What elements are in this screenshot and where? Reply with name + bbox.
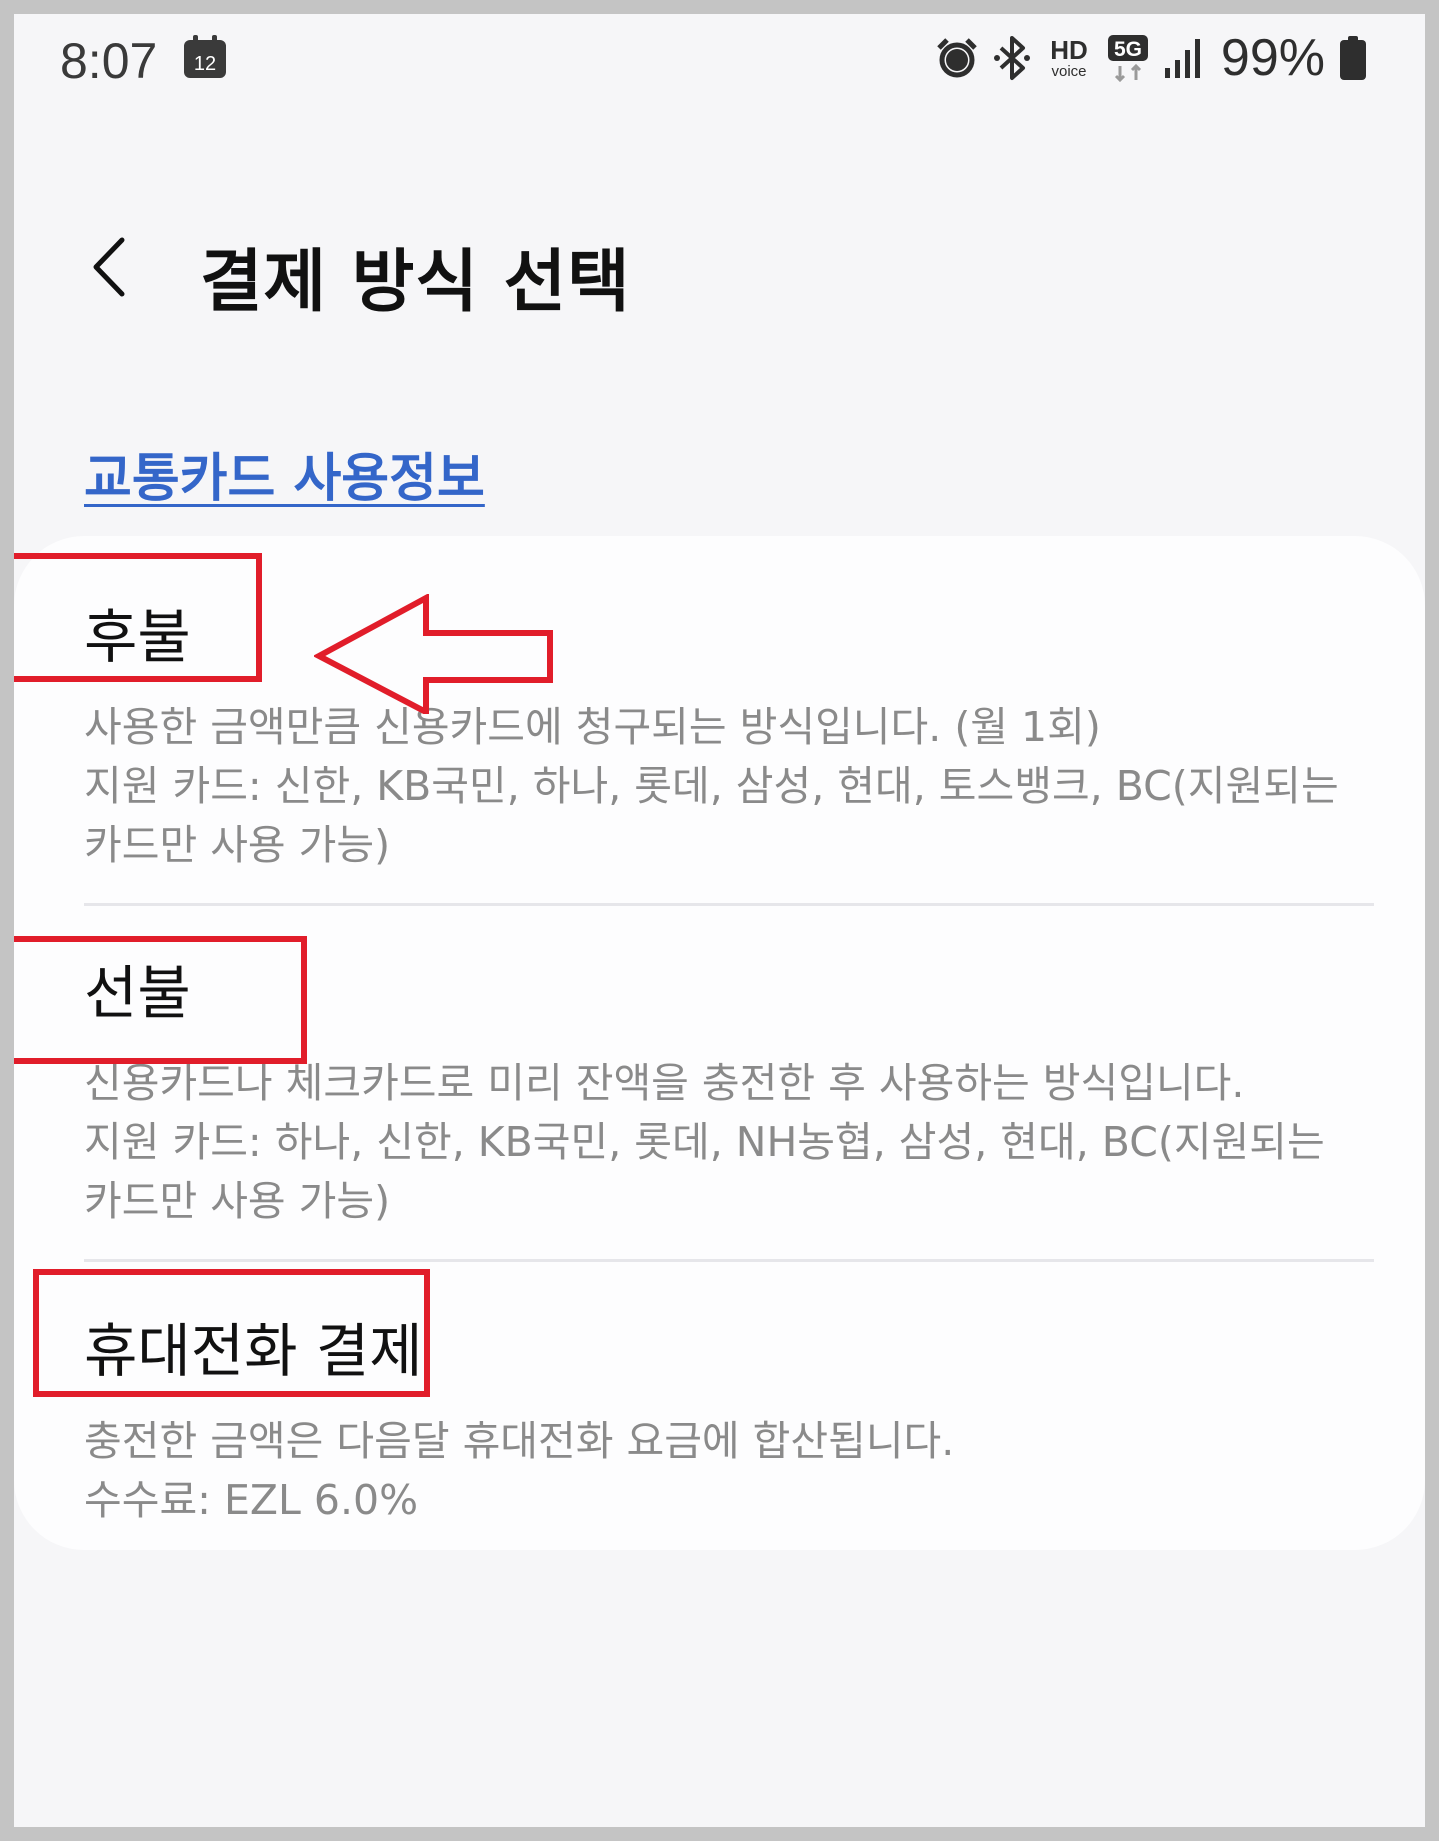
- option-description: 충전한 금액은 다음달 휴대전화 요금에 합산됩니다. 수수료: EZL 6.0…: [84, 1417, 955, 1524]
- annotation-arrow-icon: [314, 594, 553, 714]
- transit-card-info-link[interactable]: 교통카드 사용정보: [84, 436, 485, 511]
- annotation-box-prepaid: [14, 936, 307, 1064]
- battery-icon: [1340, 36, 1366, 80]
- annotation-box-postpaid: [14, 553, 262, 682]
- screen: 8:07 12 HD voice 5G 99% 결제 방식 선택 교통카드 사용…: [14, 14, 1425, 1827]
- back-arrow-icon: [93, 237, 125, 297]
- page-title: 결제 방식 선택: [200, 243, 631, 322]
- 5g-icon: 5G: [1107, 35, 1148, 82]
- network-label: 5G: [1114, 38, 1142, 61]
- battery-percent: 99%: [1220, 29, 1325, 87]
- voice-label: voice: [1051, 63, 1086, 80]
- option-title: 후불: [84, 603, 191, 671]
- status-time: 8:07: [60, 33, 158, 89]
- annotation-box-mobile: [33, 1269, 430, 1397]
- bluetooth-icon: [993, 36, 1030, 80]
- divider: [84, 1259, 1374, 1262]
- hd-voice-icon: HD voice: [1050, 35, 1088, 80]
- option-postpaid[interactable]: 후불 사용한 금액만큼 신용카드에 청구되는 방식입니다. (월 1회) 지원 …: [84, 608, 1374, 875]
- option-description: 사용한 금액만큼 신용카드에 청구되는 방식입니다. (월 1회) 지원 카드:…: [84, 703, 1339, 869]
- divider: [84, 903, 1374, 906]
- calendar-icon: 12: [184, 35, 226, 78]
- option-description: 신용카드나 체크카드로 미리 잔액을 충전한 후 사용하는 방식입니다. 지원 …: [84, 1059, 1325, 1225]
- alarm-icon: [937, 38, 977, 78]
- back-button[interactable]: [78, 222, 148, 312]
- signal-icon: [1164, 39, 1200, 78]
- status-icons: HD voice 5G 99%: [935, 28, 1367, 88]
- hd-label: HD: [1050, 35, 1088, 65]
- calendar-day: 12: [194, 53, 216, 75]
